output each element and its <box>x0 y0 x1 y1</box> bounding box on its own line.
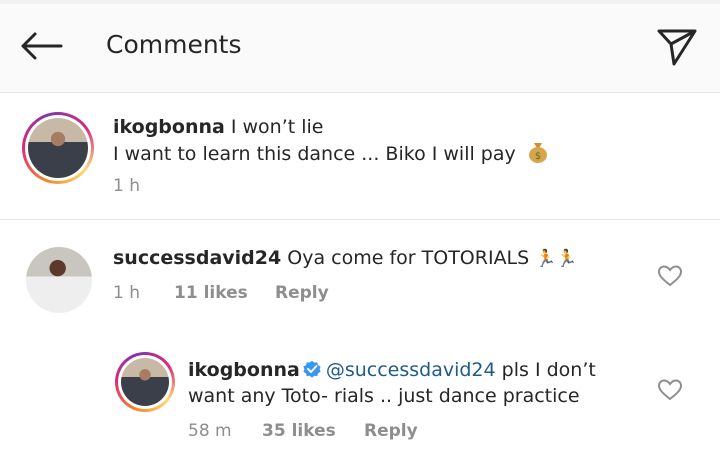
running-people-icon: 🏃🏃 <box>535 249 578 269</box>
likes-count[interactable]: 11 likes <box>174 283 248 303</box>
comment-text: Oya come for TOTORIALS <box>287 247 530 269</box>
comment-text-line: want any Toto- rials .. just dance pract… <box>188 383 580 409</box>
comment-text: want any Toto- rials .. just dance pract… <box>188 385 580 407</box>
send-icon <box>657 29 697 66</box>
avatar[interactable] <box>22 112 94 184</box>
comment-time: 1 h <box>113 283 140 303</box>
comment-username[interactable]: ikogbonna <box>188 359 300 381</box>
arrow-left-icon <box>21 32 63 60</box>
comment-text-line: I want to learn this dance ... Biko I wi… <box>113 140 550 167</box>
status-strip <box>0 0 720 4</box>
comment-time: 58 m <box>188 421 232 441</box>
heart-icon[interactable] <box>657 264 683 288</box>
reply-button[interactable]: Reply <box>364 421 418 441</box>
comment-text: I won’t lie <box>230 116 324 138</box>
profile-photo <box>121 358 169 406</box>
money-bag-icon: $ <box>528 143 547 163</box>
comment-username[interactable]: ikogbonna <box>113 116 225 138</box>
svg-text:$: $ <box>535 151 541 162</box>
profile-photo <box>26 247 92 313</box>
likes-count[interactable]: 35 likes <box>262 421 336 441</box>
divider <box>0 219 720 220</box>
comment-time: 1 h <box>113 176 140 196</box>
mention-link[interactable]: @successdavid24 <box>326 359 496 381</box>
comment-text-line: ikogbonna @successdavid24 pls I don’t <box>188 357 596 383</box>
comment-text: I want to learn this dance ... Biko I wi… <box>113 143 516 165</box>
header-bar: Comments <box>0 0 720 93</box>
page-title: Comments <box>106 30 242 59</box>
avatar[interactable] <box>115 352 175 412</box>
comment-text-line: ikogbonna I won’t lie <box>113 114 324 140</box>
share-button[interactable] <box>650 24 704 70</box>
heart-icon[interactable] <box>657 378 683 402</box>
avatar[interactable] <box>26 247 92 313</box>
reply-button[interactable]: Reply <box>275 283 329 303</box>
comment-text-line: successdavid24 Oya come for TOTORIALS 🏃🏃 <box>113 245 578 272</box>
back-button[interactable] <box>14 26 68 66</box>
comment-text: pls I don’t <box>501 359 596 381</box>
verified-badge-icon <box>303 360 321 378</box>
profile-photo <box>28 118 88 178</box>
comment-username[interactable]: successdavid24 <box>113 247 281 269</box>
